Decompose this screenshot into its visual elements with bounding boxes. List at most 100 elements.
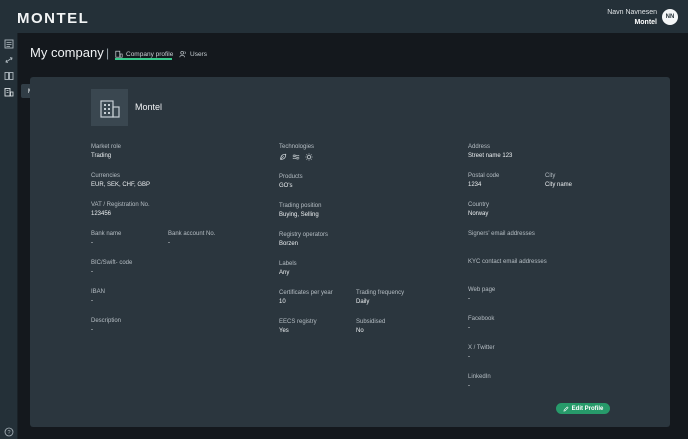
book-icon[interactable] — [4, 71, 14, 81]
field-labels: Labels Any — [279, 260, 297, 277]
document-list-icon[interactable] — [4, 39, 14, 49]
tab-label: Users — [190, 50, 207, 58]
field-currencies: Currencies EUR, SEK, CHF, GBP — [91, 172, 150, 189]
field-technologies: Technologies — [279, 143, 314, 161]
field-label: VAT / Registration No. — [91, 202, 150, 208]
field-label: Postal code — [468, 173, 500, 179]
field-signers-email: Signers' email addresses — [468, 230, 535, 238]
field-label: Description — [91, 318, 122, 324]
leaf-icon — [280, 153, 287, 160]
field-label: Trading frequency — [356, 290, 405, 296]
title-separator: | — [106, 46, 110, 60]
field-iban: IBAN - — [91, 288, 105, 305]
field-label: Web page — [468, 287, 496, 293]
swap-icon[interactable] — [4, 55, 14, 65]
user-org: Montel — [634, 19, 657, 26]
field-value: 123456 — [91, 211, 112, 217]
field-vat: VAT / Registration No. 123456 — [91, 201, 150, 218]
field-bank-name: Bank name - — [91, 230, 121, 247]
field-label: Address — [468, 144, 491, 150]
field-value: Trading — [91, 153, 112, 159]
field-trading-frequency: Trading frequency Daily — [356, 289, 404, 306]
field-value: No — [356, 328, 364, 334]
field-label: Technologies — [279, 144, 315, 150]
field-eecs-registry: EECS registry Yes — [279, 318, 317, 335]
field-value: - — [468, 296, 470, 302]
field-label: BIC/Swift- code — [91, 260, 133, 266]
page-title: My company — [30, 45, 104, 60]
pencil-icon — [563, 405, 569, 412]
field-label: KYC contact email addresses — [468, 259, 547, 265]
field-kyc-email: KYC contact email addresses — [468, 258, 547, 266]
field-label: Labels — [279, 261, 297, 267]
field-label: Subsidised — [356, 319, 386, 325]
field-postal-code: Postal code 1234 — [468, 172, 499, 189]
technology-icons — [279, 153, 314, 161]
field-value: Borzen — [279, 241, 299, 247]
building-icon — [99, 99, 120, 118]
field-bank-account: Bank account No. - — [168, 230, 215, 247]
field-market-role: Market role Trading — [91, 143, 121, 160]
field-label: LinkedIn — [468, 374, 491, 380]
field-label: Products — [279, 174, 303, 180]
field-label: Facebook — [468, 316, 495, 322]
field-certificates-per-year: Certificates per year 10 — [279, 289, 333, 306]
field-value: 1234 — [468, 182, 482, 188]
field-products: Products GO's — [279, 173, 303, 190]
field-label: Certificates per year — [279, 290, 333, 296]
field-city: City City name — [545, 172, 572, 189]
field-value: Buying, Selling — [279, 212, 319, 218]
field-value: Any — [279, 270, 290, 276]
tab-label: Company profile — [126, 50, 174, 58]
svg-text:?: ? — [7, 430, 10, 436]
field-label: EECS registry — [279, 319, 317, 325]
field-value: 10 — [279, 299, 286, 305]
field-label: Currencies — [91, 173, 121, 179]
field-value: - — [91, 269, 93, 275]
field-label: Trading position — [279, 203, 322, 209]
field-label: Registry operators — [279, 232, 329, 238]
field-description: Description - — [91, 317, 121, 334]
users-icon — [179, 51, 186, 58]
field-linkedin: LinkedIn - — [468, 373, 491, 390]
user-name: Navn Navnesen — [607, 9, 657, 16]
field-web-page: Web page - — [468, 286, 495, 303]
montel-logo[interactable]: MONTEL — [17, 10, 89, 27]
field-value: - — [468, 354, 470, 360]
sun-icon — [305, 153, 313, 161]
top-bar: MONTEL Navn Navnesen Montel NN — [0, 0, 688, 33]
user-info[interactable]: Navn Navnesen Montel — [607, 8, 657, 28]
field-country: Country Norway — [468, 201, 489, 218]
company-profile-icon — [115, 50, 123, 58]
field-label: IBAN — [91, 289, 106, 295]
field-value: - — [91, 240, 93, 246]
field-value: - — [91, 327, 93, 333]
edit-profile-label: Edit Profile — [571, 405, 604, 412]
tab-users[interactable]: Users — [179, 48, 207, 60]
field-value: GO's — [279, 183, 293, 189]
sidebar: ? — [0, 33, 18, 439]
field-address: Address Street name 123 — [468, 143, 512, 160]
field-label: Bank name — [91, 231, 122, 237]
waves-icon — [292, 154, 300, 160]
field-trading-position: Trading position Buying, Selling — [279, 202, 321, 219]
field-bic: BIC/Swift- code - — [91, 259, 132, 276]
field-value: Street name 123 — [468, 153, 513, 159]
company-icon[interactable] — [4, 87, 14, 97]
field-label: Market role — [91, 144, 122, 150]
field-value: Norway — [468, 211, 489, 217]
avatar[interactable]: NN — [662, 9, 678, 25]
field-registry-operators: Registry operators Borzen — [279, 231, 328, 248]
field-value: Yes — [279, 328, 289, 334]
field-value: - — [168, 240, 170, 246]
help-icon[interactable]: ? — [4, 424, 14, 437]
company-profile-panel — [30, 77, 670, 427]
company-name: Montel — [135, 102, 163, 112]
field-value: - — [91, 298, 93, 304]
company-logo — [91, 89, 128, 126]
field-value: Daily — [356, 299, 370, 305]
field-value: EUR, SEK, CHF, GBP — [91, 182, 151, 188]
edit-profile-button[interactable]: Edit Profile — [556, 403, 610, 414]
field-value: - — [468, 325, 470, 331]
field-subsidised: Subsidised No — [356, 318, 385, 335]
